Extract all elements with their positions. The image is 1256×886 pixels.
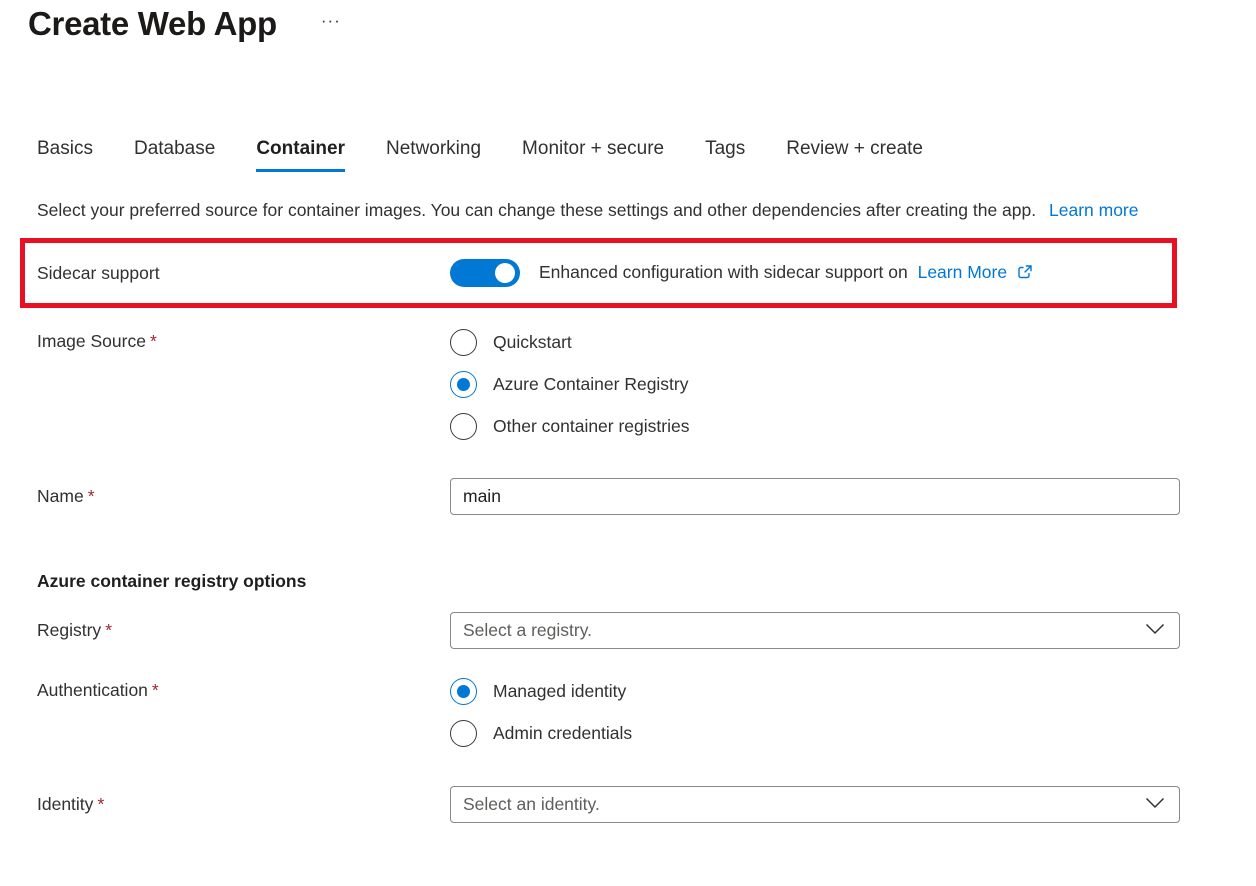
tab-monitor-secure[interactable]: Monitor + secure (522, 138, 664, 172)
registry-row: Registry* Select a registry. (37, 612, 1256, 649)
radio-azure-container-registry[interactable]: Azure Container Registry (450, 363, 689, 405)
registry-placeholder: Select a registry. (463, 620, 592, 641)
more-menu-icon[interactable]: ··· (321, 4, 341, 38)
required-asterisk: * (152, 680, 159, 700)
radio-circle (450, 371, 477, 398)
sidecar-support-label: Sidecar support (37, 263, 450, 284)
radio-circle (450, 720, 477, 747)
external-link-icon (1017, 264, 1033, 285)
identity-placeholder: Select an identity. (463, 794, 600, 815)
radio-quickstart-label: Quickstart (493, 332, 572, 353)
authentication-radio-group: Managed identity Admin credentials (450, 670, 632, 754)
name-label-text: Name (37, 486, 84, 506)
authentication-label: Authentication* (37, 670, 450, 701)
radio-circle (450, 329, 477, 356)
name-input[interactable] (450, 478, 1180, 515)
registry-dropdown[interactable]: Select a registry. (450, 612, 1180, 649)
image-source-row: Image Source* Quickstart Azure Container… (37, 321, 1256, 447)
required-asterisk: * (105, 620, 112, 640)
tab-tags[interactable]: Tags (705, 138, 745, 172)
tab-review-create[interactable]: Review + create (786, 138, 923, 172)
radio-managed-identity[interactable]: Managed identity (450, 670, 632, 712)
acr-options-header: Azure container registry options (37, 571, 1256, 592)
radio-admin-credentials-label: Admin credentials (493, 723, 632, 744)
sidecar-support-description: Enhanced configuration with sidecar supp… (539, 262, 1033, 285)
sidecar-support-toggle[interactable] (450, 259, 520, 287)
radio-managed-identity-label: Managed identity (493, 681, 626, 702)
required-asterisk: * (150, 331, 157, 351)
sidecar-learn-more-link[interactable]: Learn More (918, 262, 1008, 282)
required-asterisk: * (97, 794, 104, 814)
create-web-app-page: Create Web App ··· Basics Database Conta… (0, 0, 1256, 823)
name-label: Name* (37, 486, 450, 507)
registry-label-text: Registry (37, 620, 101, 640)
learn-more-link[interactable]: Learn more (1049, 200, 1139, 220)
tab-description: Select your preferred source for contain… (37, 196, 1177, 224)
registry-label: Registry* (37, 620, 450, 641)
chevron-down-icon (1145, 796, 1165, 814)
tab-bar: Basics Database Container Networking Mon… (37, 138, 1256, 172)
tab-database[interactable]: Database (134, 138, 215, 172)
radio-circle (450, 413, 477, 440)
page-title: Create Web App (28, 2, 277, 46)
toggle-knob (495, 263, 515, 283)
radio-circle (450, 678, 477, 705)
image-source-label: Image Source* (37, 321, 450, 352)
radio-acr-label: Azure Container Registry (493, 374, 689, 395)
description-text: Select your preferred source for contain… (37, 200, 1036, 220)
sidecar-support-highlight-box: Sidecar support Enhanced configuration w… (20, 238, 1177, 308)
image-source-radio-group: Quickstart Azure Container Registry Othe… (450, 321, 689, 447)
required-asterisk: * (88, 486, 95, 506)
radio-other-label: Other container registries (493, 416, 689, 437)
identity-label-text: Identity (37, 794, 93, 814)
radio-other-container-registries[interactable]: Other container registries (450, 405, 689, 447)
sidecar-description-text: Enhanced configuration with sidecar supp… (539, 262, 908, 282)
identity-row: Identity* Select an identity. (37, 786, 1256, 823)
radio-quickstart[interactable]: Quickstart (450, 321, 689, 363)
chevron-down-icon (1145, 622, 1165, 640)
tab-container[interactable]: Container (256, 138, 345, 172)
authentication-label-text: Authentication (37, 680, 148, 700)
image-source-label-text: Image Source (37, 331, 146, 351)
authentication-row: Authentication* Managed identity Admin c… (37, 670, 1256, 754)
identity-label: Identity* (37, 794, 450, 815)
title-row: Create Web App ··· (28, 2, 1256, 46)
radio-admin-credentials[interactable]: Admin credentials (450, 712, 632, 754)
tab-basics[interactable]: Basics (37, 138, 93, 172)
name-row: Name* (37, 478, 1256, 515)
tab-networking[interactable]: Networking (386, 138, 481, 172)
identity-dropdown[interactable]: Select an identity. (450, 786, 1180, 823)
